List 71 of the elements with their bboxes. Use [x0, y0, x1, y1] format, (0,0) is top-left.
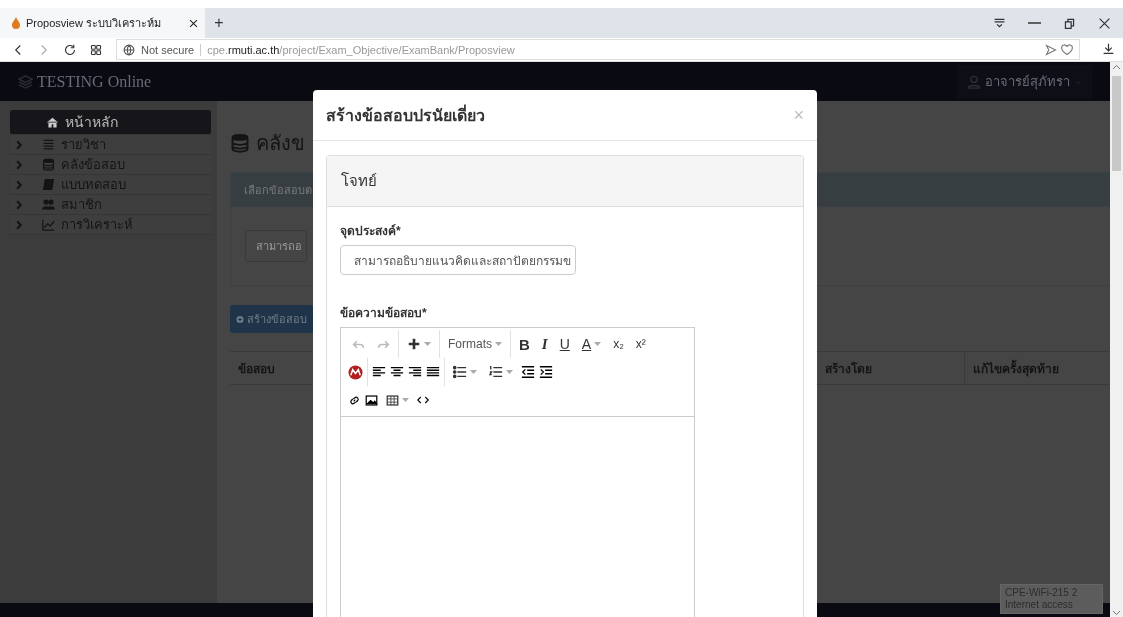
users-icon — [42, 198, 55, 211]
caret-icon — [470, 370, 477, 374]
panel-header: โจทย์ — [327, 156, 803, 207]
objective-select[interactable]: สามารถอ — [245, 230, 307, 262]
align-right-icon — [408, 365, 422, 379]
database-icon — [42, 158, 55, 171]
bold-button[interactable]: B — [515, 332, 534, 356]
sidebar-item[interactable]: หน้าหลัก — [10, 110, 211, 135]
chevron-right-icon — [14, 159, 24, 170]
justify-icon — [426, 365, 440, 379]
field-label: จุดประสงค์* — [340, 223, 402, 240]
close-icon — [1098, 16, 1111, 30]
panel-header: เลือกข้อสอบต — [230, 172, 313, 207]
home-icon — [46, 115, 59, 129]
underline-button[interactable]: U — [555, 332, 574, 356]
scrollbar-thumb[interactable] — [1112, 76, 1121, 171]
field-label: ข้อความข้อสอบ* — [340, 305, 428, 322]
bullet-list-icon — [453, 365, 467, 379]
scroll-down-icon[interactable] — [1112, 610, 1121, 616]
list-icon — [42, 138, 55, 151]
user-icon — [967, 74, 981, 89]
security-label: Not secure — [141, 43, 202, 56]
indent-icon — [539, 365, 553, 379]
chevron-right-icon — [14, 179, 24, 190]
outdent-icon — [521, 365, 535, 379]
caret-icon — [424, 342, 431, 346]
modal-title: สร้างข้อสอบปรนัยเดี่ยว — [326, 103, 485, 126]
image-icon — [365, 393, 378, 407]
tab-menu-icon — [993, 16, 1006, 30]
plus-circle-icon — [236, 313, 244, 325]
caret-icon — [506, 370, 513, 374]
align-center-icon — [390, 365, 404, 379]
caret-icon — [495, 342, 502, 346]
reload-icon — [64, 43, 76, 56]
align-left-icon — [372, 365, 386, 379]
restore-icon — [1063, 16, 1076, 30]
objective-select[interactable]: สามารถอธิบายแนวคิดและสถาปัตยกรรมข — [340, 245, 576, 275]
new-tab-button[interactable]: + — [205, 8, 233, 38]
brand-logo[interactable]: TESTING Online — [18, 72, 152, 91]
database-icon — [230, 133, 250, 153]
grid-icon — [90, 43, 102, 56]
superscript-button[interactable]: x² — [631, 332, 650, 356]
layers-icon — [18, 74, 33, 89]
chevron-right-icon — [14, 139, 24, 150]
table-icon — [386, 393, 399, 407]
plus-icon — [407, 337, 421, 351]
rich-text-editor[interactable]: Formats B I U A x₂ x² — [340, 327, 695, 617]
code-icon — [417, 394, 429, 406]
numbered-list-icon — [489, 365, 503, 379]
send-icon — [1045, 43, 1057, 56]
text-color-button[interactable]: A — [577, 332, 606, 356]
flame-icon — [12, 17, 20, 29]
formats-dropdown[interactable]: Formats — [444, 332, 506, 356]
url-text: cpe.rmuti.ac.th/project/Exam_Objective/ExamBank/Proposview — [207, 43, 515, 56]
browser-tab[interactable]: Proposview ระบบวิเคราะห์ม — [0, 8, 205, 38]
subscript-button[interactable]: x₂ — [609, 332, 628, 356]
caret-icon — [402, 398, 409, 402]
heart-icon — [1061, 43, 1073, 56]
chevron-right-icon — [14, 219, 24, 230]
address-bar[interactable]: Not secure cpe.rmuti.ac.th/project/Exam_Objective/ExamBank/Proposview — [116, 39, 1080, 60]
line-chart-icon — [42, 218, 55, 231]
italic-button[interactable]: I — [537, 332, 552, 356]
minimize-icon — [1028, 22, 1041, 24]
caret-icon — [594, 342, 602, 346]
download-icon — [1102, 41, 1115, 55]
chevron-right-icon — [14, 199, 24, 210]
scroll-up-icon[interactable] — [1112, 64, 1121, 70]
close-icon — [188, 17, 199, 29]
math-plugin-icon[interactable] — [348, 364, 363, 380]
user-menu[interactable]: อาจารย์สุภัทรา — [957, 65, 1092, 98]
globe-icon — [123, 43, 135, 56]
